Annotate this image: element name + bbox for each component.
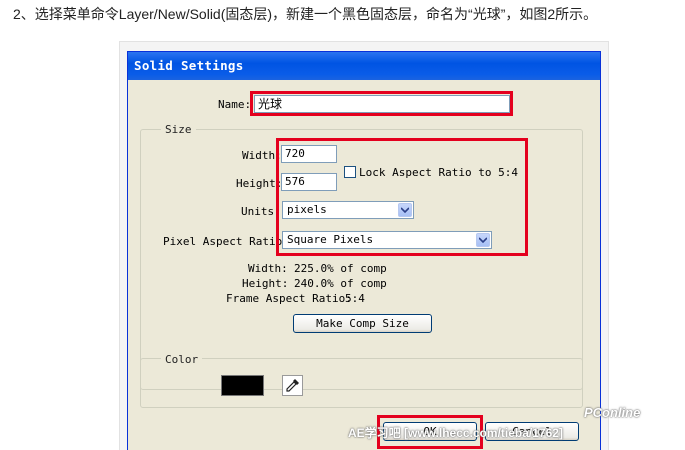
watermark-brand: PConline — [584, 405, 641, 420]
color-group — [140, 358, 583, 408]
pixel-aspect-label: Pixel Aspect Ratio: — [163, 235, 289, 248]
make-comp-size-button[interactable]: Make Comp Size — [293, 314, 432, 333]
size-highlight-box — [276, 138, 528, 256]
color-legend: Color — [161, 353, 203, 366]
name-highlight-box — [250, 91, 513, 116]
instruction-text: 2、选择菜单命令Layer/New/Solid(固态层)，新建一个黑色固态层，命… — [13, 6, 598, 22]
info-height-label: Height: — [242, 277, 289, 290]
eyedropper-icon[interactable] — [282, 375, 303, 396]
info-height-value: 240.0% of comp — [294, 277, 387, 290]
info-width-label: Width: — [248, 262, 288, 275]
color-swatch[interactable] — [221, 375, 264, 396]
units-label: Units: — [241, 205, 281, 218]
name-label: Name: — [218, 98, 252, 111]
frame-ratio-value: 5:4 — [345, 292, 365, 305]
info-width-value: 225.0% of comp — [294, 262, 387, 275]
dialog-title[interactable]: Solid Settings — [128, 52, 600, 80]
frame-ratio-label: Frame Aspect Ratio: — [226, 292, 352, 305]
size-legend: Size — [161, 123, 196, 136]
watermark-text: AE学习吧 [www.lhecc.com/tieba/1762] — [348, 426, 563, 440]
